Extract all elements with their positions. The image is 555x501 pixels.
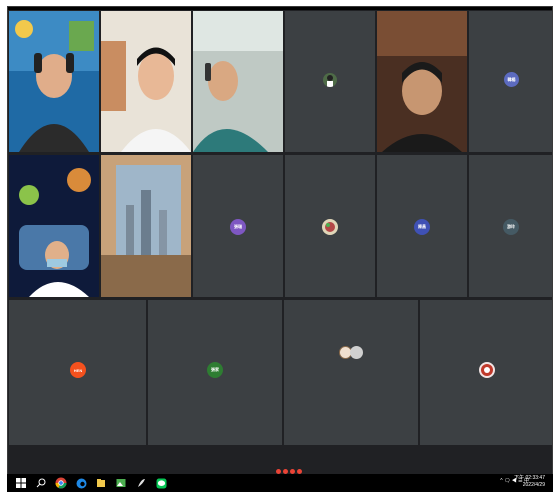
participant-video [101, 11, 191, 152]
participant-tile-3[interactable] [193, 11, 283, 152]
taskbar-clock[interactable]: 下午 02:33:47 2022/4/29 [514, 475, 545, 489]
windows-taskbar: ^ 🗨 ◀ ☰ 中 下午 02:33:47 2022/4/29 [7, 474, 553, 492]
participant-tile-10[interactable] [285, 155, 375, 297]
participant-tile-13[interactable]: HEN [9, 300, 146, 445]
window-top-edge [8, 7, 552, 10]
participant-tile-8[interactable] [101, 155, 191, 297]
participant-avatar-secondary [350, 346, 363, 359]
feather-icon[interactable] [135, 477, 147, 489]
participant-video [101, 155, 191, 297]
participant-tile-5[interactable] [377, 11, 467, 152]
participant-tile-6[interactable]: 韓楊 [469, 11, 552, 152]
search-icon[interactable] [35, 477, 47, 489]
participant-avatar: 陳昌 [414, 219, 430, 235]
participant-avatar: 張瑞 [230, 219, 246, 235]
photos-icon[interactable] [115, 477, 127, 489]
participant-video [377, 11, 467, 152]
participant-tile-1[interactable] [9, 11, 99, 152]
participant-video [193, 11, 283, 152]
participant-tile-4[interactable] [285, 11, 375, 152]
participant-tile-15[interactable] [284, 300, 418, 445]
participant-avatar: 游玲 [503, 219, 519, 235]
participant-avatar [323, 73, 337, 87]
participant-tile-2[interactable] [101, 11, 191, 152]
files-icon[interactable] [95, 477, 107, 489]
participant-avatar [479, 362, 495, 378]
participant-avatar: 韓楊 [504, 72, 519, 87]
participant-tile-11[interactable]: 陳昌 [377, 155, 467, 297]
participant-avatar: 張家 [207, 362, 223, 378]
chrome-icon[interactable] [55, 477, 67, 489]
participant-tile-16[interactable] [420, 300, 552, 445]
participant-video [9, 155, 99, 297]
participant-tile-12[interactable]: 游玲 [469, 155, 552, 297]
participant-avatar [322, 219, 338, 235]
line-icon[interactable] [155, 477, 167, 489]
clock-date: 2022/4/29 [522, 482, 545, 488]
clock-time: 下午 02:33:47 [514, 475, 545, 481]
participant-video [9, 11, 99, 152]
participant-tile-9[interactable]: 張瑞 [193, 155, 283, 297]
participant-avatar: HEN [70, 362, 86, 378]
participant-tile-14[interactable]: 張家 [148, 300, 282, 445]
meet-window: 韓楊 張瑞 陳昌 游玲 HEN 張家 [7, 6, 553, 492]
windows-icon[interactable] [15, 477, 27, 489]
participant-tile-7[interactable] [9, 155, 99, 297]
edge-icon[interactable] [75, 477, 87, 489]
